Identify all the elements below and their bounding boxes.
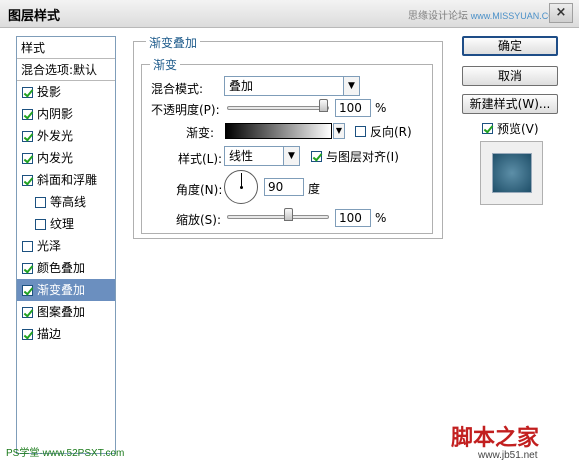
scale-input[interactable]: 100 [335, 209, 371, 227]
style-select[interactable]: 线性 ▼ [224, 146, 300, 166]
style-item[interactable]: 渐变叠加 [17, 279, 115, 301]
style-item-checkbox[interactable] [22, 262, 33, 274]
close-button[interactable]: × [549, 3, 573, 23]
gradient-label: 渐变: [186, 126, 215, 140]
preview-swatch [492, 153, 532, 193]
style-item-label: 纹理 [50, 217, 75, 231]
angle-dial-center [240, 186, 243, 189]
style-item[interactable]: 图案叠加 [17, 301, 115, 323]
align-label: 与图层对齐(I) [326, 150, 399, 164]
scale-label: 缩放(S): [176, 213, 222, 227]
preview-option[interactable]: 预览(V) [482, 120, 539, 137]
style-item[interactable]: 外发光 [17, 125, 115, 147]
style-item-checkbox[interactable] [22, 130, 33, 142]
chevron-down-icon: ▼ [343, 77, 359, 95]
footer-left-watermark: PS学堂·www.52PSXT.com [6, 448, 125, 459]
scale-slider-thumb[interactable] [284, 208, 293, 221]
dialog-title: 图层样式 [8, 9, 61, 24]
footer-right-watermark: 脚本之家 [451, 426, 540, 451]
style-item-checkbox[interactable] [35, 196, 46, 208]
angle-input[interactable]: 90 [264, 178, 304, 196]
group-title: 渐变叠加 [146, 34, 201, 51]
style-item-label: 内发光 [37, 151, 74, 165]
style-item-checkbox[interactable] [35, 218, 46, 230]
opacity-slider-thumb[interactable] [319, 99, 328, 112]
style-item-label: 颜色叠加 [37, 261, 86, 275]
new-style-button[interactable]: 新建样式(W)... [462, 94, 558, 114]
preview-checkbox[interactable] [482, 123, 493, 134]
blend-mode-select[interactable]: 叠加 ▼ [224, 76, 360, 96]
style-item-checkbox[interactable] [22, 306, 33, 318]
style-item-checkbox[interactable] [22, 174, 33, 186]
style-item-checkbox[interactable] [22, 86, 33, 98]
align-option[interactable]: 与图层对齐(I) [311, 148, 399, 165]
blend-mode-label: 混合模式: [151, 82, 204, 96]
angle-unit: 度 [308, 182, 321, 196]
style-item-label: 图案叠加 [37, 305, 86, 319]
scale-unit: % [375, 211, 387, 225]
blend-options-item[interactable]: 混合选项:默认 [17, 59, 115, 81]
angle-dial[interactable] [224, 170, 258, 204]
style-item-label: 内阴影 [37, 107, 74, 121]
reverse-label: 反向(R) [370, 125, 412, 139]
ok-button[interactable]: 确定 [462, 36, 558, 56]
opacity-label: 不透明度(P): [151, 103, 220, 117]
footer-right-url: www.jb51.net [478, 450, 538, 461]
style-item-checkbox[interactable] [22, 328, 33, 340]
style-item-label: 渐变叠加 [37, 283, 86, 297]
opacity-slider-track[interactable] [227, 106, 329, 110]
style-item-checkbox[interactable] [22, 108, 33, 120]
style-item[interactable]: 等高线 [17, 191, 115, 213]
chevron-down-icon: ▼ [283, 147, 299, 165]
style-item-label: 斜面和浮雕 [37, 173, 98, 187]
blend-mode-value: 叠加 [229, 79, 254, 93]
style-item-checkbox[interactable] [22, 240, 33, 252]
style-item-label: 光泽 [37, 239, 62, 253]
style-item-checkbox[interactable] [22, 152, 33, 164]
reverse-checkbox[interactable] [355, 126, 366, 137]
title-bar: 图层样式 思缘设计论坛 www.MISSYUAN.COM × [0, 0, 579, 28]
gradient-swatch[interactable] [225, 123, 332, 139]
style-item[interactable]: 内阴影 [17, 103, 115, 125]
angle-label: 角度(N): [176, 183, 223, 197]
style-item[interactable]: 斜面和浮雕 [17, 169, 115, 191]
opacity-input[interactable]: 100 [335, 99, 371, 117]
opacity-unit: % [375, 101, 387, 115]
style-item-label: 等高线 [50, 195, 87, 209]
styles-header[interactable]: 样式 [17, 37, 115, 59]
scale-slider-track[interactable] [227, 215, 329, 219]
watermark-top: 思缘设计论坛 www.MISSYUAN.COM [408, 7, 563, 22]
style-item[interactable]: 光泽 [17, 235, 115, 257]
style-label: 样式(L): [178, 152, 223, 166]
style-item-checkbox[interactable] [22, 284, 33, 296]
style-item[interactable]: 描边 [17, 323, 115, 345]
style-item[interactable]: 内发光 [17, 147, 115, 169]
style-item[interactable]: 投影 [17, 81, 115, 103]
reverse-option[interactable]: 反向(R) [355, 123, 412, 140]
style-value: 线性 [229, 149, 254, 163]
align-with-layer-checkbox[interactable] [311, 151, 322, 162]
style-item-label: 外发光 [37, 129, 74, 143]
subgroup-title: 渐变 [150, 56, 181, 73]
preview-label: 预览(V) [497, 122, 539, 136]
style-item[interactable]: 颜色叠加 [17, 257, 115, 279]
gradient-picker-chevron-icon[interactable]: ▼ [333, 123, 345, 139]
styles-list: 样式 混合选项:默认 投影内阴影外发光内发光斜面和浮雕等高线纹理光泽颜色叠加渐变… [16, 36, 116, 454]
style-item-label: 投影 [37, 85, 62, 99]
style-item-label: 描边 [37, 327, 62, 341]
watermark-text: 思缘设计论坛 [408, 11, 468, 22]
cancel-button[interactable]: 取消 [462, 66, 558, 86]
preview-thumbnail [480, 141, 543, 205]
layer-style-dialog: 图层样式 思缘设计论坛 www.MISSYUAN.COM × 样式 混合选项:默… [0, 0, 579, 468]
style-item[interactable]: 纹理 [17, 213, 115, 235]
